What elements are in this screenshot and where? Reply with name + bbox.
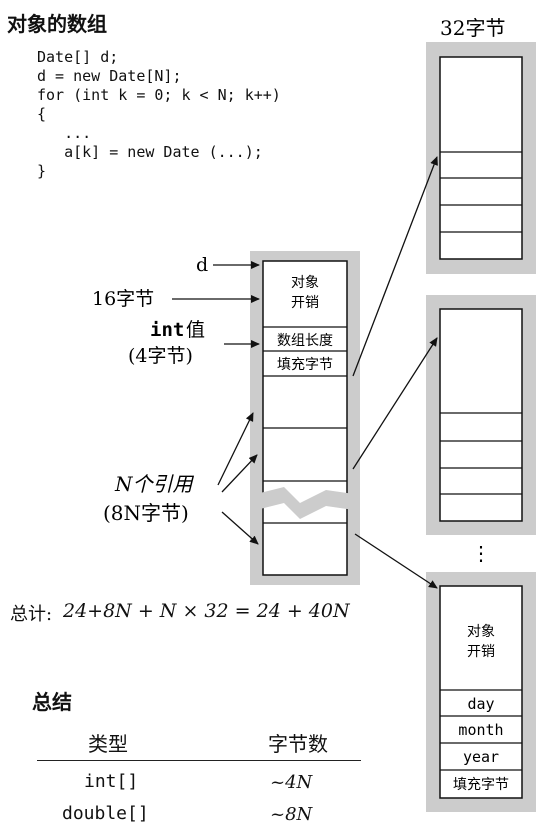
int-label-suffix: 值 (186, 319, 205, 341)
summary-title: 总结 (32, 690, 72, 714)
table-rule (37, 760, 361, 761)
column-header-bytes: 字节数 (268, 732, 328, 756)
object-padding-cell: 填充字节 (453, 777, 509, 793)
pointer-d-label: d (196, 254, 208, 276)
object-overhead-line2: 开销 (467, 644, 495, 660)
ellipsis-marker: ⋮ (471, 541, 491, 565)
object-overhead-line1: 对象 (467, 624, 495, 640)
int-label: int (150, 319, 184, 341)
table-row-bytes: ~4N (270, 772, 313, 793)
date-object-middle (426, 295, 536, 535)
table-row-type: double[] (62, 803, 149, 824)
table-row-bytes: ~8N (270, 804, 313, 825)
refs-label-line2: (8N字节) (103, 501, 189, 525)
field-month: month (458, 721, 503, 739)
array-object: 对象 开销 数组长度 填充字节 (250, 251, 360, 585)
int-size-label: (4字节) (128, 345, 193, 367)
object-size-label: 32字节 (440, 16, 505, 40)
date-object-top (426, 42, 536, 274)
array-overhead-line1: 对象 (291, 275, 319, 291)
date-object-bottom (426, 572, 536, 812)
array-padding-cell: 填充字节 (277, 357, 333, 373)
total-formula: 24+8N + N × 32 = 24 + 40N (63, 600, 350, 622)
array-length-cell: 数组长度 (277, 333, 333, 349)
array-overhead-line2: 开销 (291, 295, 319, 311)
memory-diagram: 对象 开销 数组长度 填充字节 d 16字节 int 值 (4字节) N个引用 … (92, 16, 536, 812)
column-header-type: 类型 (88, 732, 128, 756)
field-year: year (463, 748, 499, 766)
refs-label-line1: N个引用 (114, 472, 194, 496)
total-prefix: 总计: (10, 604, 53, 625)
table-row-type: int[] (84, 771, 139, 792)
header-size-label: 16字节 (92, 288, 154, 310)
field-day: day (467, 695, 494, 713)
